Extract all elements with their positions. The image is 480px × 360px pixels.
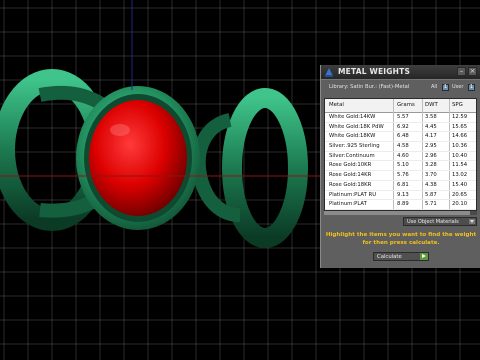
grams-cell: 4.58: [397, 143, 409, 150]
dwt-cell: 3.70: [425, 172, 437, 179]
table-header: Metal Grams DWT SPG: [325, 99, 476, 113]
metal-cell: Silver:.925 Sterling: [329, 143, 380, 150]
spg-cell: 10.40: [452, 152, 468, 159]
metal-cell: White Gold:18K PdW: [329, 123, 384, 130]
grams-cell: 5.10: [397, 162, 409, 169]
dwt-cell: 3.28: [425, 162, 437, 169]
user-label: User: [452, 84, 464, 90]
metal-cell: Rose Gold:10KR: [329, 162, 372, 169]
ring-model[interactable]: [0, 69, 308, 248]
dwt-cell: 5.71: [425, 201, 437, 208]
table-row[interactable]: Platinum:PLAT 8.89 5.71 20.10: [325, 200, 476, 210]
grams-cell: 4.60: [397, 152, 409, 159]
metal-cell: Platinum:PLAT RU: [329, 191, 377, 198]
table-row[interactable]: Rose Gold:10KR 5.10 3.28 11.54: [325, 161, 476, 172]
grams-cell: 8.89: [397, 201, 409, 208]
dwt-cell: 4.38: [425, 181, 437, 188]
table-row[interactable]: Platinum:PLAT RU 9.13 5.87 20.65: [325, 191, 476, 201]
minimize-icon[interactable]: –: [457, 67, 466, 76]
red-gemstone[interactable]: [89, 100, 187, 216]
instructions-text: Highlight the items you want to find the…: [325, 232, 477, 246]
materials-dropdown-value: Use Object Materials: [407, 219, 459, 225]
dwt-cell: 2.96: [425, 152, 437, 159]
table-row[interactable]: Rose Gold:18KR 6.81 4.38 15.40: [325, 181, 476, 191]
spg-cell: 13.02: [452, 172, 468, 179]
close-icon[interactable]: ×: [468, 67, 477, 76]
panel-title-bar[interactable]: METAL WEIGHTS – ×: [321, 65, 480, 80]
table-row[interactable]: White Gold:18KW 6.48 4.17 14.66: [325, 132, 476, 143]
table-row[interactable]: White Gold:18K PdW 6.92 4.45 15.65: [325, 123, 476, 133]
table-horizontal-scrollbar[interactable]: [324, 211, 477, 215]
grams-cell: 9.13: [397, 191, 409, 198]
dwt-cell: 2.95: [425, 143, 437, 150]
spg-cell: 20.65: [452, 191, 468, 198]
table-row[interactable]: Rose Gold:14KR 5.76 3.70 13.02: [325, 171, 476, 181]
table-row[interactable]: White Gold:14KW 5.57 3.58 12.59: [325, 113, 476, 123]
calculate-label: Calculate: [377, 254, 402, 260]
panel-title: METAL WEIGHTS: [338, 67, 411, 76]
metal-cell: White Gold:14KW: [329, 114, 376, 120]
library-label: Library: Satin Bur.: (Fast)-Metal: [329, 84, 410, 90]
spg-cell: 11.54: [452, 162, 468, 169]
metal-weights-table[interactable]: Metal Grams DWT SPG White Gold:14KW 5.57 3…: [324, 98, 477, 211]
table-row[interactable]: Silver:.925 Sterling 4.58 2.95 10.36: [325, 142, 476, 152]
grams-cell: 6.81: [397, 181, 409, 188]
metal-cell: Platinum:PLAT: [329, 201, 367, 208]
dwt-cell: 4.45: [425, 123, 437, 130]
show-all-toggle[interactable]: 1: [442, 84, 449, 91]
grams-cell: 6.92: [397, 123, 409, 130]
spg-cell: 15.65: [452, 123, 468, 130]
grams-cell: 5.57: [397, 114, 409, 120]
column-header-dwt[interactable]: DWT: [425, 102, 438, 108]
spg-cell: 15.40: [452, 181, 468, 188]
calculate-button[interactable]: Calculate: [373, 252, 429, 261]
column-header-spg[interactable]: SPG: [452, 102, 463, 108]
chevron-down-icon: [469, 219, 475, 224]
grams-cell: 5.76: [397, 172, 409, 179]
spg-cell: 14.66: [452, 133, 468, 140]
column-header-grams[interactable]: Grams: [397, 102, 415, 108]
metal-cell: Silver:Continuum: [329, 152, 375, 159]
column-header-metal[interactable]: Metal: [329, 102, 344, 108]
spg-cell: 20.10: [452, 201, 468, 208]
metal-cell: Rose Gold:18KR: [329, 181, 372, 188]
user-toggle[interactable]: 1: [468, 84, 475, 91]
grams-cell: 6.48: [397, 133, 409, 140]
metal-weights-icon: [325, 68, 333, 77]
spg-cell: 10.36: [452, 143, 468, 150]
spg-cell: 12.59: [452, 114, 468, 120]
table-body: White Gold:14KW 5.57 3.58 12.59 White Gold:1…: [325, 113, 476, 210]
materials-dropdown[interactable]: Use Object Materials: [403, 217, 477, 226]
library-row: Library: Satin Bur.: (Fast)-Metal All 1 …: [321, 81, 480, 94]
table-row[interactable]: Silver:Continuum 4.60 2.96 10.40: [325, 152, 476, 162]
dwt-cell: 3.58: [425, 114, 437, 120]
dwt-cell: 5.87: [425, 191, 437, 198]
dwt-cell: 4.17: [425, 133, 437, 140]
show-all-label: All: [431, 84, 438, 90]
metal-cell: Rose Gold:14KR: [329, 172, 372, 179]
metal-cell: White Gold:18KW: [329, 133, 376, 140]
scrollbar-thumb[interactable]: [324, 211, 470, 215]
metal-weights-panel: METAL WEIGHTS – × Library: Satin Bur.: (…: [320, 65, 480, 268]
play-arrow-icon: [420, 253, 428, 260]
